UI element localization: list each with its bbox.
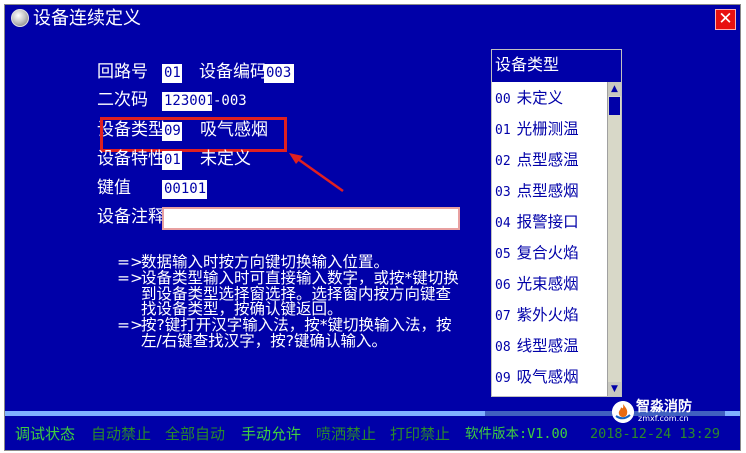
highlight-box [100,117,287,152]
title-bar: 设备连续定义 ✕ [5,5,740,33]
app-icon [11,9,29,27]
note-line: 左/右键查找汉字，按?键确认输入。 [141,331,387,350]
key-value-label: 键值 [97,178,131,198]
device-note-label: 设备注释 [97,207,165,227]
secondary-code-label: 二次码 [97,90,148,110]
status-print-disabled: 打印禁止 [390,425,451,443]
device-type-list-header: 设备类型 [492,50,621,82]
scroll-up-icon[interactable]: ▲ [608,82,621,96]
note-3: => 按?键打开汉字输入法，按*键切换输入法，按 左/右键查找汉字，按?键确认输… [117,316,459,350]
secondary-code-field[interactable]: 123001 [162,92,215,111]
list-item[interactable]: 03 点型感烟 [495,181,579,203]
list-scrollbar[interactable]: ▲ ▼ [607,82,621,396]
list-item[interactable]: 07 紫外火焰 [495,305,579,327]
flame-logo-icon [612,401,634,423]
loop-label: 回路号 [97,62,148,82]
list-item[interactable]: 02 点型感温 [495,150,579,172]
scroll-thumb[interactable] [609,97,620,115]
device-note-field[interactable] [162,207,460,230]
device-define-window: 设备连续定义 ✕ 回路号 01 设备编码 003 二次码 123001 -003… [4,4,741,451]
status-software-version: 软件版本:V1.00 [465,426,568,442]
status-spray-disabled: 喷洒禁止 [316,425,377,443]
key-value-field[interactable]: 00101 [162,180,207,199]
list-item[interactable]: 08 线型感温 [495,336,579,358]
device-feature-field[interactable]: 01 [162,151,182,170]
secondary-code-suffix: -003 [213,93,247,109]
help-notes: => 数据输入时按方向键切换输入位置。 => 设备类型输入时可直接输入数字，或按… [117,254,459,350]
device-code-label: 设备编码 [199,62,267,82]
list-item[interactable]: 01 光栅测温 [495,119,579,141]
list-item[interactable]: 00 未定义 [495,88,563,110]
watermark-subtitle: zmxf.com.cn [638,414,689,423]
device-feature-name: 未定义 [200,149,251,169]
device-code-field[interactable]: 003 [264,64,294,83]
note-2: => 设备类型输入时可直接输入数字，或按*键切换 到设备类型选择窗选择。选择窗内… [117,268,459,318]
status-all-auto: 全部自动 [165,425,226,443]
close-icon[interactable]: ✕ [715,9,736,30]
device-feature-label: 设备特性 [97,149,165,169]
note-marker: => [117,316,143,335]
status-auto-disabled: 自动禁止 [91,425,152,443]
device-type-list[interactable]: 设备类型 00 未定义 01 光栅测温 02 点型感温 03 点型感烟 04 报警接口 0… [491,49,622,397]
note-marker: => [117,268,143,287]
scroll-down-icon[interactable]: ▼ [608,382,621,396]
annotation-arrow-icon [289,153,344,193]
loop-field[interactable]: 01 [162,64,182,83]
list-item[interactable]: 05 复合火焰 [495,243,579,265]
window-title: 设备连续定义 [33,8,141,29]
list-item[interactable]: 04 报警接口 [495,212,579,234]
list-item[interactable]: 09 吸气感烟 [495,367,579,389]
status-debug: 调试状态 [15,425,76,443]
watermark: 智淼消防 zmxf.com.cn [612,397,732,425]
status-datetime: 2018-12-24 13:29 [590,426,721,442]
watermark-title: 智淼消防 [636,399,692,415]
list-item[interactable]: 06 光束感烟 [495,274,579,296]
status-manual-allowed: 手动允许 [241,425,302,443]
